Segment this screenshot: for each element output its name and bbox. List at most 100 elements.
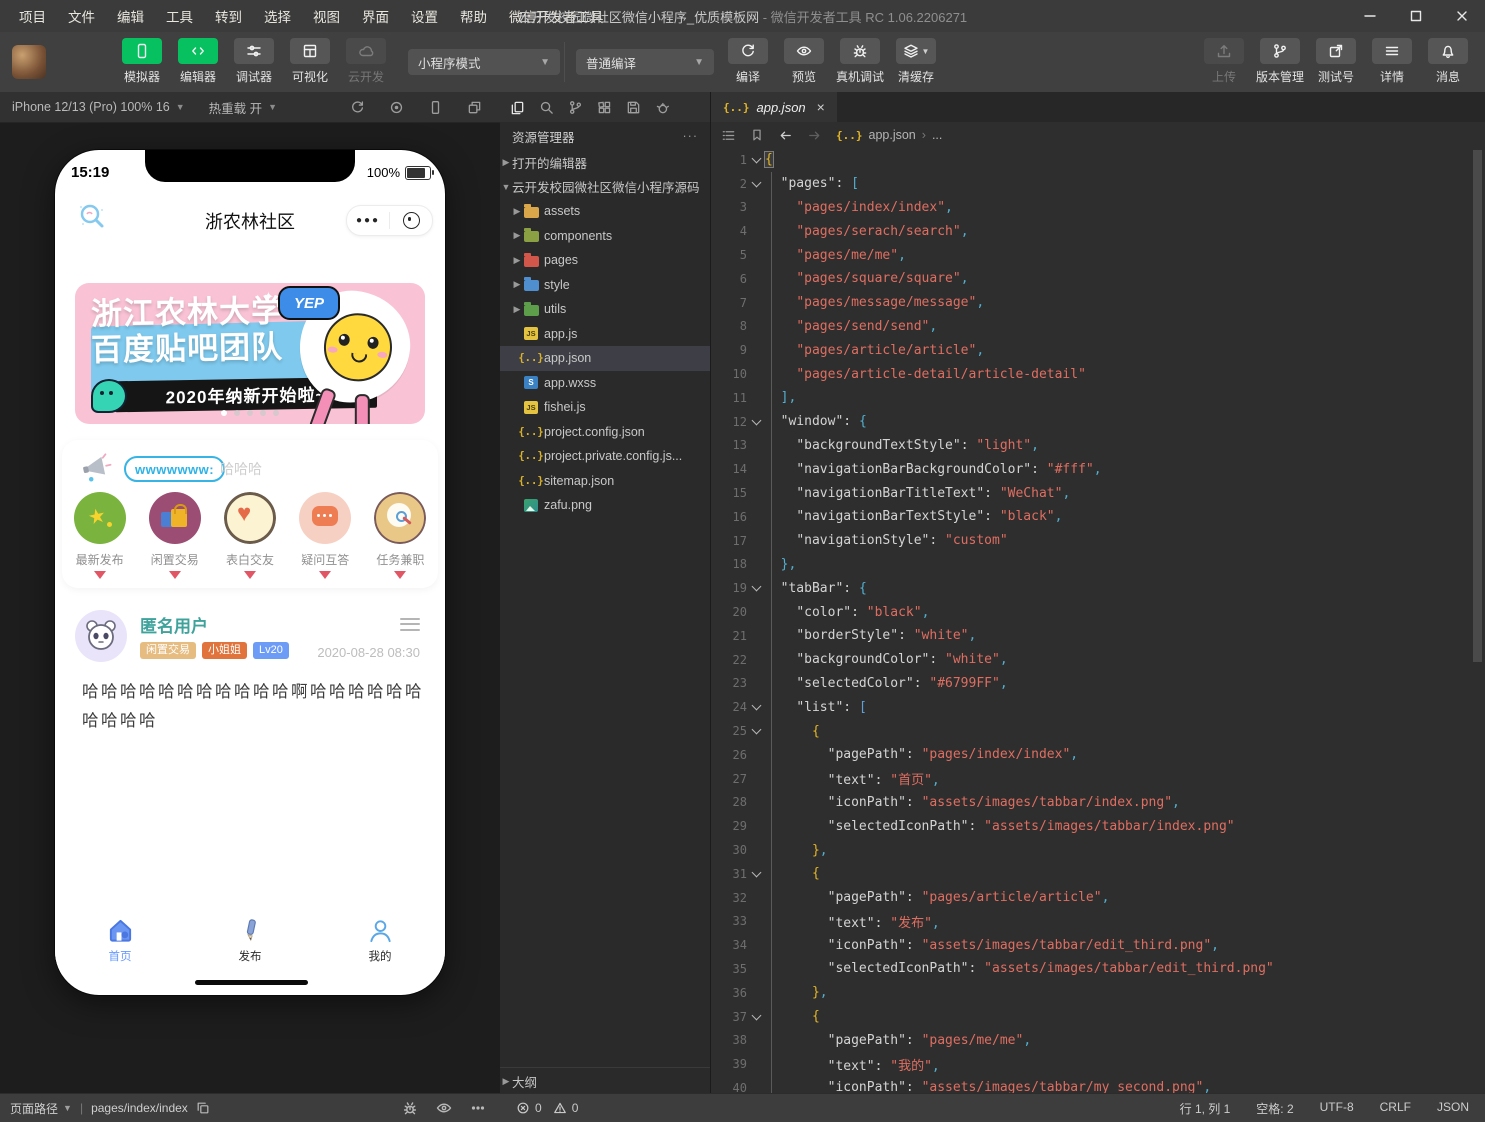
menu-item-编辑[interactable]: 编辑 xyxy=(108,2,153,30)
action-清缓存[interactable]: ▼清缓存 xyxy=(892,38,940,85)
tree-item-project.config.json[interactable]: {..}project.config.json xyxy=(500,420,710,445)
notice-sender-pill[interactable]: wwwwwww: xyxy=(124,456,225,482)
menu-item-微信开发者工具[interactable]: 微信开发者工具 xyxy=(500,2,613,30)
menu-item-视图[interactable]: 视图 xyxy=(304,2,349,30)
menu-item-工具[interactable]: 工具 xyxy=(157,2,202,30)
hot-reload-toggle[interactable]: 热重载 开▼ xyxy=(197,98,289,117)
refresh-icon[interactable] xyxy=(350,100,365,115)
tree-item-云开发校园微社区微信小程序源码[interactable]: ▼云开发校园微社区微信小程序源码 xyxy=(500,175,710,200)
publish-上传[interactable]: 上传 xyxy=(1200,38,1248,85)
category-闲置交易[interactable]: 闲置交易 xyxy=(137,492,212,579)
tree-item-utils[interactable]: ▶utils xyxy=(500,297,710,322)
fold-icon[interactable] xyxy=(747,872,765,876)
carousel-dot[interactable] xyxy=(234,410,240,416)
publish-详情[interactable]: 详情 xyxy=(1368,38,1416,85)
carousel-dot[interactable] xyxy=(221,410,227,416)
menu-item-项目[interactable]: 项目 xyxy=(10,2,55,30)
tree-item-assets[interactable]: ▶assets xyxy=(500,199,710,224)
bookmark-icon[interactable] xyxy=(750,128,764,142)
carousel-dot[interactable] xyxy=(273,410,279,416)
toggle-可视化[interactable]: 可视化 xyxy=(286,38,334,85)
fold-icon[interactable] xyxy=(747,729,765,733)
fold-icon[interactable] xyxy=(747,182,765,186)
avatar[interactable] xyxy=(75,610,127,662)
tree-item-style[interactable]: ▶style xyxy=(500,273,710,298)
user-avatar[interactable] xyxy=(12,45,46,79)
toggle-模拟器[interactable]: 模拟器 xyxy=(118,38,166,85)
tree-item-app.json[interactable]: {..}app.json xyxy=(500,346,710,371)
status--1-1[interactable]: 行 1, 列 1 xyxy=(1180,1100,1231,1117)
mode-select[interactable]: 小程序模式▼ xyxy=(408,49,560,75)
compile-select[interactable]: 普通编译▼ xyxy=(576,49,714,75)
tab-我的[interactable]: 我的 xyxy=(340,917,420,964)
menu-item-帮助[interactable]: 帮助 xyxy=(451,2,496,30)
maximize-button[interactable] xyxy=(1393,0,1439,32)
toggle-调试器[interactable]: 调试器 xyxy=(230,38,278,85)
carousel-dot[interactable] xyxy=(260,410,266,416)
fold-icon[interactable] xyxy=(747,705,765,709)
menu-item-文件[interactable]: 文件 xyxy=(59,2,104,30)
outline-section[interactable]: ▶ 大纲 xyxy=(500,1067,710,1094)
tree-item-打开的编辑器[interactable]: ▶打开的编辑器 xyxy=(500,150,710,175)
outline-list-icon[interactable] xyxy=(721,128,736,143)
menu-item-转到[interactable]: 转到 xyxy=(206,2,251,30)
navigate-forward-icon[interactable] xyxy=(807,128,822,143)
minimize-button[interactable] xyxy=(1347,0,1393,32)
category-疑问互答[interactable]: 疑问互答 xyxy=(288,492,363,579)
action-预览[interactable]: 预览 xyxy=(780,38,828,85)
page-path-label[interactable]: 页面路径 xyxy=(10,1100,58,1117)
tree-item-sitemap.json[interactable]: {..}sitemap.json xyxy=(500,469,710,494)
publish-版本管理[interactable]: 版本管理 xyxy=(1256,38,1304,85)
navigate-back-icon[interactable] xyxy=(778,128,793,143)
editor-scrollbar[interactable] xyxy=(1473,150,1482,662)
menu-item-设置[interactable]: 设置 xyxy=(402,2,447,30)
close-button[interactable] xyxy=(1439,0,1485,32)
code-editor[interactable]: 1{2 "pages": [3 "pages/index/index",4 "p… xyxy=(711,148,1485,1094)
category-任务兼职[interactable]: 任务兼职 xyxy=(363,492,438,579)
tree-item-pages[interactable]: ▶pages xyxy=(500,248,710,273)
tab-首页[interactable]: 首页 xyxy=(80,917,160,964)
more-actions-icon[interactable]: ··· xyxy=(683,129,699,143)
publish-消息[interactable]: 消息 xyxy=(1424,38,1472,85)
copy-path-icon[interactable] xyxy=(196,1101,210,1115)
fold-icon[interactable] xyxy=(747,1015,765,1019)
branch-icon[interactable] xyxy=(568,100,583,115)
tree-item-components[interactable]: ▶components xyxy=(500,224,710,249)
fold-icon[interactable] xyxy=(747,420,765,424)
teapot-icon[interactable] xyxy=(655,100,670,115)
files-icon[interactable] xyxy=(510,100,525,115)
more-menu-button[interactable]: ●●● xyxy=(347,215,389,226)
fold-icon[interactable] xyxy=(747,586,765,590)
record-icon[interactable] xyxy=(389,100,404,115)
action-编译[interactable]: 编译 xyxy=(724,38,772,85)
device-select[interactable]: iPhone 12/13 (Pro) 100% 16▼ xyxy=(0,100,197,114)
device-icon[interactable] xyxy=(428,100,443,115)
notice-text[interactable]: 哈哈哈 xyxy=(220,459,262,479)
status-CRLF[interactable]: CRLF xyxy=(1380,1100,1411,1117)
post-menu-icon[interactable] xyxy=(400,614,420,634)
eye-icon[interactable] xyxy=(436,1100,452,1116)
menu-item-界面[interactable]: 界面 xyxy=(353,2,398,30)
tab-发布[interactable]: 发布 xyxy=(210,917,290,964)
status-JSON[interactable]: JSON xyxy=(1437,1100,1469,1117)
tree-item-project.private.config.js...[interactable]: {..}project.private.config.js... xyxy=(500,444,710,469)
status--2[interactable]: 空格: 2 xyxy=(1256,1100,1293,1117)
status-UTF-8[interactable]: UTF-8 xyxy=(1320,1100,1354,1117)
category-表白交友[interactable]: ♥表白交友 xyxy=(212,492,287,579)
post-username[interactable]: 匿名用户 xyxy=(140,612,208,637)
more-icon[interactable] xyxy=(470,1100,486,1116)
tab-app-json[interactable]: {..} app.json × xyxy=(711,92,837,122)
toggle-云开发[interactable]: 云开发 xyxy=(342,38,390,85)
search-icon[interactable] xyxy=(539,100,554,115)
problems-summary[interactable]: 0 0 xyxy=(500,1101,578,1115)
fold-icon[interactable] xyxy=(747,158,765,162)
publish-测试号[interactable]: 测试号 xyxy=(1312,38,1360,85)
tree-item-fishei.js[interactable]: JSfishei.js xyxy=(500,395,710,420)
toggle-编辑器[interactable]: 编辑器 xyxy=(174,38,222,85)
extensions-icon[interactable] xyxy=(597,100,612,115)
save-icon[interactable] xyxy=(626,100,641,115)
tree-item-app.js[interactable]: JSapp.js xyxy=(500,322,710,347)
tree-item-zafu.png[interactable]: zafu.png xyxy=(500,493,710,518)
debug-icon[interactable] xyxy=(402,1100,418,1116)
menu-item-选择[interactable]: 选择 xyxy=(255,2,300,30)
